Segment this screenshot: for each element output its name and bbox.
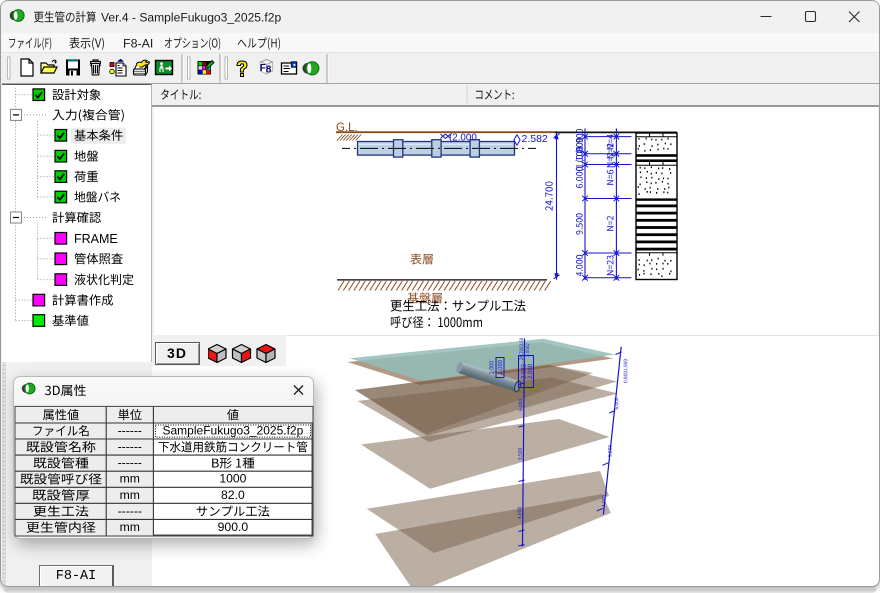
svg-text:mm: mm bbox=[120, 487, 140, 501]
svg-text:mm: mm bbox=[120, 471, 140, 485]
svg-text:900.0: 900.0 bbox=[218, 520, 249, 534]
svg-text:82.0: 82.0 bbox=[221, 487, 245, 501]
svg-text:------: ------ bbox=[118, 423, 142, 437]
svg-text:mm: mm bbox=[120, 520, 140, 534]
svg-text:FRAME: FRAME bbox=[74, 232, 118, 246]
svg-text:SampleFukugo3_2025.f2p: SampleFukugo3_2025.f2p bbox=[163, 423, 304, 437]
svg-text:8: 8 bbox=[266, 65, 272, 76]
svg-text:------: ------ bbox=[118, 439, 142, 453]
svg-text:------: ------ bbox=[118, 455, 142, 469]
svg-text:(2.000: (2.000 bbox=[449, 133, 477, 144]
svg-text:------: ------ bbox=[118, 503, 142, 517]
svg-text:1000: 1000 bbox=[219, 471, 246, 485]
svg-text:2.582: 2.582 bbox=[522, 133, 548, 145]
